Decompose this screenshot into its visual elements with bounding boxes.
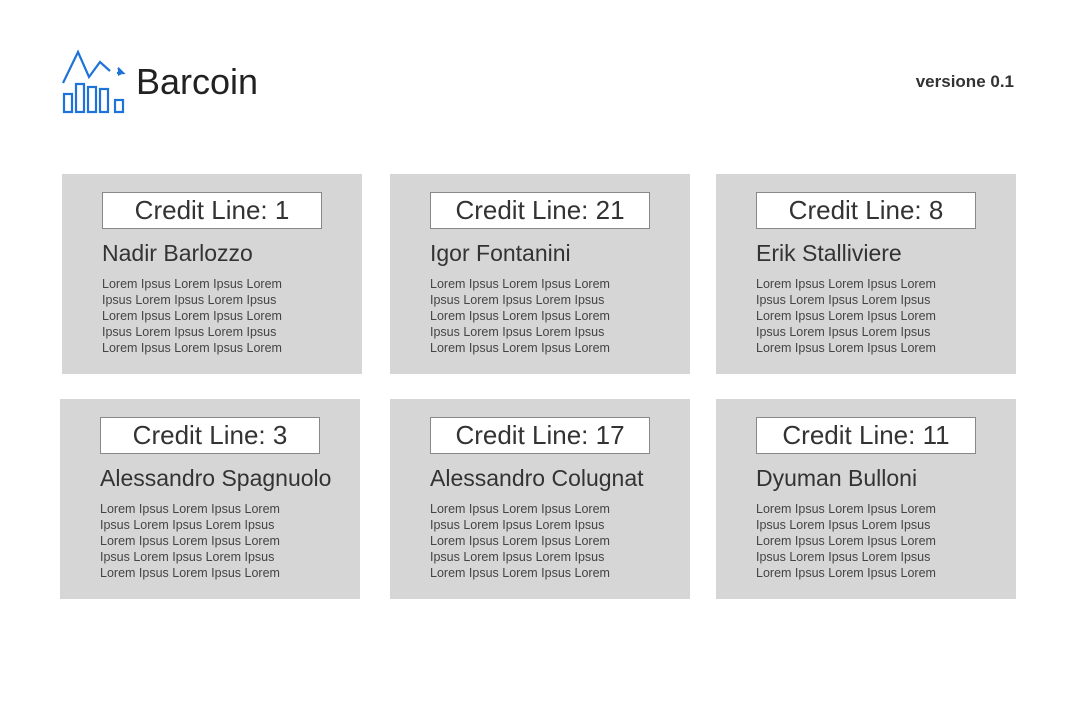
card-description: Lorem Ipsus Lorem Ipsus Lorem Ipsus Lore…: [756, 502, 936, 580]
credit-line-badge: Credit Line: 11: [756, 417, 976, 454]
version-label: versione 0.1: [915, 72, 1014, 91]
person-name: Igor Fontanini: [430, 240, 571, 266]
person-name: Alessandro Colugnat: [430, 465, 644, 491]
credit-line-badge: Credit Line: 3: [100, 417, 320, 454]
app-title: Barcoin: [136, 61, 259, 102]
credit-line-badge: Credit Line: 8: [756, 192, 976, 229]
credit-line-badge: Credit Line: 21: [430, 192, 650, 229]
credit-line-badge: Credit Line: 17: [430, 417, 650, 454]
credit-card-item[interactable]: Credit Line: 21 Igor Fontanini Lorem Ips…: [390, 174, 690, 374]
card-description: Lorem Ipsus Lorem Ipsus Lorem Ipsus Lore…: [102, 277, 282, 355]
person-name: Alessandro Spagnuolo: [100, 465, 332, 491]
credit-line-badge: Credit Line: 1: [102, 192, 322, 229]
credit-card-item[interactable]: Credit Line: 1 Nadir Barlozzo Lorem Ipsu…: [62, 174, 362, 374]
credit-card-item[interactable]: Credit Line: 11 Dyuman Bulloni Lorem Ips…: [716, 399, 1016, 599]
card-description: Lorem Ipsus Lorem Ipsus Lorem Ipsus Lore…: [756, 277, 936, 355]
credit-card-item[interactable]: Credit Line: 3 Alessandro Spagnuolo Lore…: [60, 399, 360, 599]
credit-card-item[interactable]: Credit Line: 17 Alessandro Colugnat Lore…: [390, 399, 690, 599]
person-name: Erik Stalliviere: [756, 240, 902, 266]
person-name: Nadir Barlozzo: [102, 240, 253, 266]
credit-card-item[interactable]: Credit Line: 8 Erik Stalliviere Lorem Ip…: [716, 174, 1016, 374]
card-description: Lorem Ipsus Lorem Ipsus Lorem Ipsus Lore…: [430, 502, 610, 580]
card-description: Lorem Ipsus Lorem Ipsus Lorem Ipsus Lore…: [430, 277, 610, 355]
card-description: Lorem Ipsus Lorem Ipsus Lorem Ipsus Lore…: [100, 502, 280, 580]
person-name: Dyuman Bulloni: [756, 465, 918, 491]
barcoin-logo-icon: [60, 47, 128, 115]
